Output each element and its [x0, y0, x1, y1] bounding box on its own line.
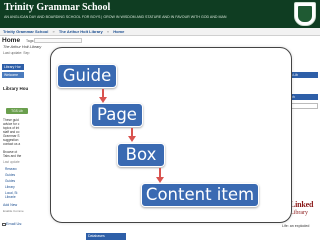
page-description: The Arthur Holt Library [3, 45, 42, 49]
hierarchy-page: Page [91, 103, 143, 127]
list-item[interactable]: Researc [5, 167, 17, 171]
add-news-link[interactable]: Add New [3, 203, 17, 207]
list-item[interactable]: Librarie [5, 195, 16, 199]
hierarchy-callout: Guide Page Box Content item [50, 47, 292, 223]
section-heading: Library Hou [3, 86, 29, 91]
enable-comments-link[interactable]: Enable Comme [3, 209, 24, 213]
list-item[interactable]: Guides [5, 173, 15, 177]
library-logo-top: Linked [290, 200, 314, 209]
school-crest-icon [294, 2, 316, 26]
tgs-library-button[interactable]: TGS Lib [6, 108, 28, 114]
school-name[interactable]: Trinity Grammar School [4, 2, 110, 13]
book-title[interactable]: Life: an exploded [282, 224, 309, 228]
breadcrumb: Trinity Grammar School » The Arthur Holt… [0, 28, 320, 36]
school-motto: AN ANGLICAN DAY AND BOARDING SCHOOL FOR … [4, 15, 227, 19]
arrow-down-icon [128, 136, 136, 142]
breadcrumb-item[interactable]: Trinity Grammar School [3, 29, 48, 34]
tab-library-home[interactable]: Library Hor [2, 64, 24, 70]
page-title: Home [2, 37, 21, 44]
breadcrumb-separator: » [106, 29, 110, 34]
email-us-label[interactable]: Email Us: [6, 222, 22, 226]
last-update-text: Last update: Sep [3, 51, 30, 55]
list-item[interactable]: Guides [5, 179, 15, 183]
breadcrumb-item[interactable]: The Arthur Holt Library [59, 29, 103, 34]
list-item[interactable]: Library [5, 185, 15, 189]
site-header: Trinity Grammar School AN ANGLICAN DAY A… [0, 0, 320, 28]
breadcrumb-separator: » [52, 29, 55, 34]
breadcrumb-item[interactable]: Home [113, 29, 124, 34]
paragraph-line: Tabs and the [3, 154, 22, 158]
library-logo-bottom: Library [290, 210, 308, 216]
tags-input[interactable] [34, 38, 82, 43]
paragraph-line: contact us a [3, 142, 21, 146]
tab-welcome[interactable]: Welcome [2, 72, 24, 78]
hierarchy-guide: Guide [57, 64, 117, 88]
hierarchy-content-item: Content item [141, 183, 259, 207]
databases-tab[interactable]: Databases [86, 233, 126, 240]
hierarchy-box: Box [117, 143, 165, 167]
last-update-link[interactable]: Last update [3, 160, 20, 164]
